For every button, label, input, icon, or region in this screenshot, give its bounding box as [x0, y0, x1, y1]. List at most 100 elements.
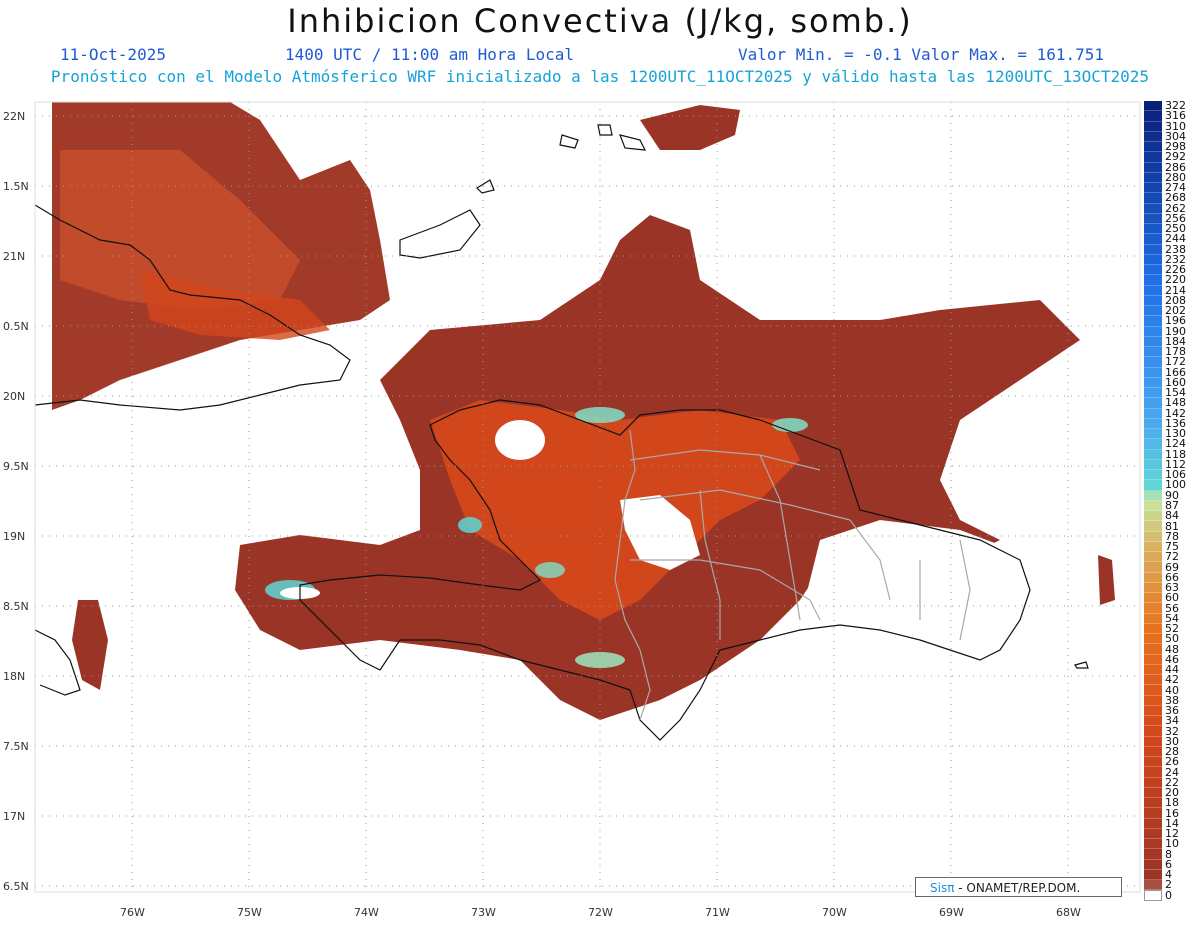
- lon-label: 74W: [354, 906, 379, 919]
- colorbar-cell: [1144, 439, 1162, 450]
- lon-label: 73W: [471, 906, 496, 919]
- colorbar-cell: [1144, 654, 1162, 665]
- colorbar-cell: [1144, 716, 1162, 727]
- gap-ne-1: [495, 420, 545, 460]
- lat-label: 1.5N: [3, 180, 29, 193]
- colorbar-cell: [1144, 193, 1162, 204]
- colorbar-cell: [1144, 275, 1162, 286]
- colorbar-cell: [1144, 152, 1162, 163]
- longitude-labels: 76W 75W 74W 73W 72W 71W 70W 69W 68W: [120, 906, 1081, 919]
- colorbar-cell: [1144, 613, 1162, 624]
- lat-label: 20N: [3, 390, 25, 403]
- colorbar-cell: [1144, 521, 1162, 532]
- shading-north-east: [640, 105, 740, 150]
- shading-east-caribbean: [1098, 555, 1115, 605]
- lat-label: 0.5N: [3, 320, 29, 333]
- colorbar-cell: [1144, 839, 1162, 850]
- colorbar-cell: [1144, 234, 1162, 245]
- colorbar-cell: [1144, 726, 1162, 737]
- colorbar-cell: [1144, 254, 1162, 265]
- colorbar-cell: [1144, 787, 1162, 798]
- colorbar-cell: [1144, 408, 1162, 419]
- colorbar-cell: [1144, 203, 1162, 214]
- lat-label: 7.5N: [3, 740, 29, 753]
- colorbar-cell: [1144, 593, 1162, 604]
- colorbar-cell: [1144, 470, 1162, 481]
- colorbar-cell: [1144, 695, 1162, 706]
- credit-text: - ONAMET/REP.DOM.: [954, 881, 1081, 895]
- map-canvas: 22N 1.5N 21N 0.5N 20N 9.5N 19N 8.5N 18N …: [3, 101, 1141, 919]
- lat-label: 8.5N: [3, 600, 29, 613]
- colorbar-cell: [1144, 767, 1162, 778]
- colorbar-cell: [1144, 285, 1162, 296]
- colorbar-cell: [1144, 890, 1162, 901]
- credit-box: Sisπ - ONAMET/REP.DOM.: [915, 877, 1122, 897]
- shading-cyan-4: [772, 418, 808, 432]
- lon-label: 70W: [822, 906, 847, 919]
- colorbar-cell: [1144, 388, 1162, 399]
- colorbar-cell: [1144, 746, 1162, 757]
- colorbar-cell: [1144, 131, 1162, 142]
- colorbar-cell: [1144, 777, 1162, 788]
- colorbar-cell: [1144, 634, 1162, 645]
- colorbar-cell: [1144, 736, 1162, 747]
- colorbar-cell: [1144, 869, 1162, 880]
- colorbar-cell: [1144, 644, 1162, 655]
- colorbar-cell: [1144, 367, 1162, 378]
- colorbar-cell: [1144, 603, 1162, 614]
- colorbar-cell: [1144, 418, 1162, 429]
- credit-brand: Sisπ: [930, 881, 955, 895]
- colorbar-cell: [1144, 849, 1162, 860]
- shading-cyan-5: [575, 652, 625, 668]
- colorbar-cell: [1144, 500, 1162, 511]
- colorbar-cell: [1144, 552, 1162, 563]
- colorbar-cell: [1144, 172, 1162, 183]
- colorbar-cell: [1144, 664, 1162, 675]
- lat-label: 21N: [3, 250, 25, 263]
- shading-cyan-2: [458, 517, 482, 533]
- colorbar-cell: [1144, 295, 1162, 306]
- colorbar-cell: [1144, 224, 1162, 235]
- colorbar-cell: [1144, 808, 1162, 819]
- colorbar-cell: [1144, 347, 1162, 358]
- colorbar-cell: [1144, 316, 1162, 327]
- lon-label: 71W: [705, 906, 730, 919]
- lon-label: 69W: [939, 906, 964, 919]
- coast-puerto-rico: [1074, 661, 1089, 669]
- colorbar-cell: [1144, 490, 1162, 501]
- colorbar-cell: [1144, 582, 1162, 593]
- lat-label: 6.5N: [3, 880, 29, 893]
- colorbar-cell: [1144, 101, 1162, 112]
- lon-label: 68W: [1056, 906, 1081, 919]
- colorbar-label: 0: [1165, 888, 1172, 902]
- colorbar-cell: [1144, 757, 1162, 768]
- colorbar-cell: [1144, 183, 1162, 194]
- colorbar-cell: [1144, 449, 1162, 460]
- colorbar-cell: [1144, 121, 1162, 132]
- colorbar-cell: [1144, 162, 1162, 173]
- lat-label: 18N: [3, 670, 25, 683]
- colorbar-cell: [1144, 685, 1162, 696]
- colorbar-cell: [1144, 623, 1162, 634]
- colorbar-cell: [1144, 531, 1162, 542]
- colorbar-cell: [1144, 429, 1162, 440]
- colorbar-cell: [1144, 459, 1162, 470]
- colorbar-cell: [1144, 562, 1162, 573]
- colorbar-cell: [1144, 398, 1162, 409]
- lon-label: 72W: [588, 906, 613, 919]
- colorbar-cell: [1144, 244, 1162, 255]
- coast-bahamas-1: [399, 209, 481, 259]
- colorbar-cell: [1144, 336, 1162, 347]
- colorbar-cell: [1144, 572, 1162, 583]
- colorbar-cell: [1144, 213, 1162, 224]
- lat-label: 9.5N: [3, 460, 29, 473]
- colorbar-cell: [1144, 265, 1162, 276]
- coast-bahamas-3: [476, 179, 495, 194]
- latitude-labels: 22N 1.5N 21N 0.5N 20N 9.5N 19N 8.5N 18N …: [3, 110, 29, 893]
- coast-bahamas-2: [559, 124, 647, 151]
- lat-label: 19N: [3, 530, 25, 543]
- lon-label: 75W: [237, 906, 262, 919]
- colorbar-cell: [1144, 859, 1162, 870]
- colorbar-cell: [1144, 511, 1162, 522]
- colorbar-cell: [1144, 705, 1162, 716]
